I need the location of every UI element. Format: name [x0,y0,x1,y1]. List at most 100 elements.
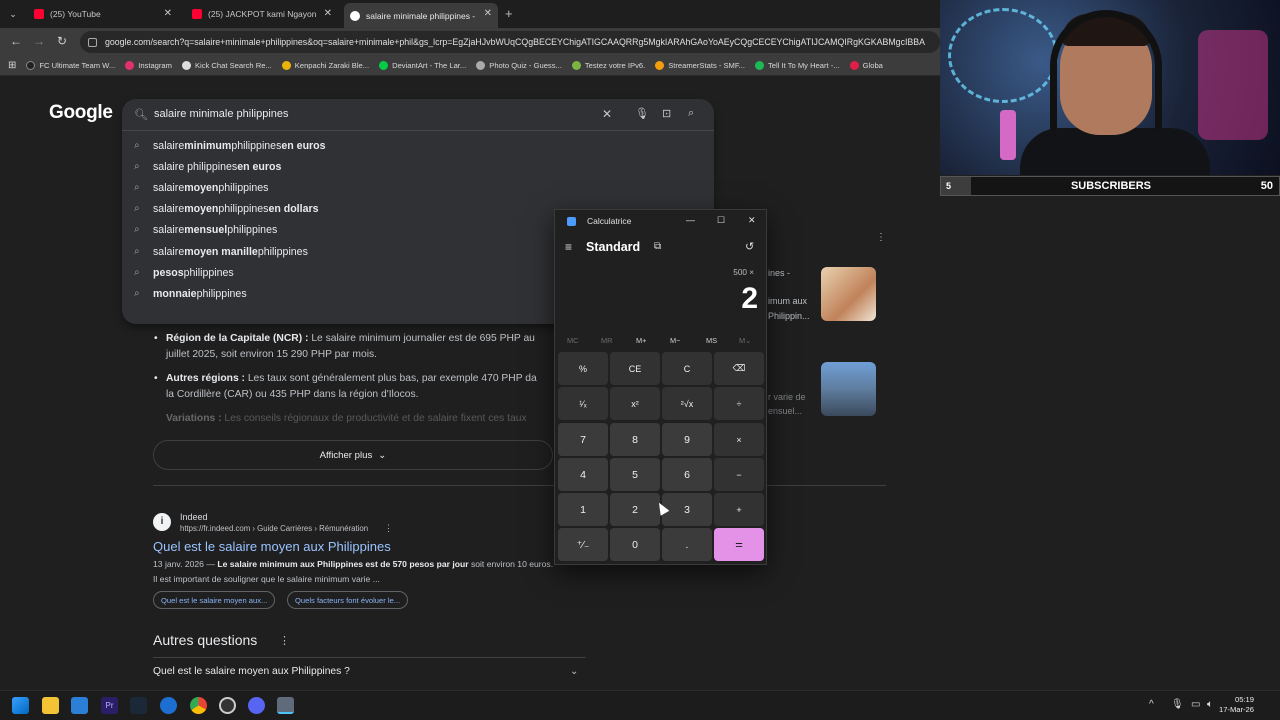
bookmark-item[interactable]: DeviantArt - The Lar... [379,61,466,70]
memory-store-button[interactable]: MS [706,336,717,345]
search-input[interactable]: salaire minimale philippines [154,108,289,120]
memory-list-button[interactable]: M⌄ [739,336,751,345]
digit-6-button[interactable]: 6 [662,458,712,491]
suggestion-item[interactable]: ⌕ monnaie philippines [134,283,247,304]
forward-icon[interactable]: → [33,34,45,48]
calculator-titlebar[interactable]: Calculatrice [567,216,631,226]
result-title-link[interactable]: Quel est le salaire moyen aux Philippine… [153,539,391,554]
memory-clear-button[interactable]: MC [567,336,579,345]
display-icon[interactable]: ▭ [1191,699,1200,710]
keep-on-top-icon[interactable]: ⧉ [654,241,661,252]
tab-search-icon[interactable]: ⌄ [6,7,20,21]
google-logo[interactable]: Google [49,102,113,124]
memory-recall-button[interactable]: MR [601,336,613,345]
clear-entry-button[interactable]: CE [610,352,660,385]
hamburger-menu-icon[interactable]: ≡ [565,240,572,254]
bookmark-item[interactable]: Photo Quiz - Guess... [476,61,562,70]
bookmark-item[interactable]: StreamerStats - SMF... [655,61,745,70]
chrome-icon[interactable] [190,697,207,714]
address-bar[interactable]: google.com/search?q=salaire+minimale+phi… [80,31,940,53]
premiere-icon[interactable]: Pr [101,697,118,714]
apps-icon[interactable]: ⊞ [8,60,16,71]
suggestion-item[interactable]: ⌕ pesos philippines [134,262,234,283]
bookmark-item[interactable]: Kick Chat Search Re... [181,61,272,70]
app-icon[interactable] [160,697,177,714]
search-bar[interactable]: 🔍︎ salaire minimale philippines ✕ 🎙︎ ⊡ ⌕ [122,99,714,131]
subtract-button[interactable]: − [714,458,764,491]
digit-9-button[interactable]: 9 [662,423,712,456]
more-options-icon[interactable]: ⋮ [279,634,290,647]
decimal-button[interactable]: . [662,528,712,561]
divide-button[interactable]: ÷ [714,387,764,420]
bookmark-item[interactable]: Tell It To My Heart -... [755,61,840,70]
new-tab-button[interactable]: + [505,6,513,21]
site-info-icon[interactable] [88,37,97,47]
close-icon[interactable]: ✕ [164,8,172,19]
suggestion-item[interactable]: ⌕ salaire philippines en euros [134,156,281,177]
tab-google-search[interactable]: salaire minimale philippines - R ✕ [344,3,498,28]
digit-0-button[interactable]: 0 [610,528,660,561]
memory-subtract-button[interactable]: M− [670,336,680,345]
suggestion-item[interactable]: ⌕ salaire moyen manille philippines [134,241,308,262]
show-more-button[interactable]: Afficher plus ⌄ [153,440,553,470]
reciprocal-button[interactable]: ¹⁄ₓ [558,387,608,420]
bookmark-item[interactable]: Kenpachi Zaraki Ble... [281,61,369,70]
microphone-icon[interactable]: 🎙︎ [1171,699,1184,710]
equals-button[interactable]: = [714,528,764,561]
suggestion-item[interactable]: ⌕ salaire moyen philippines en dollars [134,198,318,219]
digit-5-button[interactable]: 5 [610,458,660,491]
negate-button[interactable]: ⁺⁄₋ [558,528,608,561]
search-submit-icon[interactable]: ⌕ [688,107,694,120]
digit-1-button[interactable]: 1 [558,493,608,526]
steam-icon[interactable] [130,697,147,714]
more-options-icon[interactable]: ⋮ [876,232,886,243]
digit-2-button[interactable]: 2 [610,493,660,526]
digit-3-button[interactable]: 3 [662,493,712,526]
square-button[interactable]: x² [610,387,660,420]
start-button-icon[interactable] [12,697,29,714]
bookmark-item[interactable]: Testez votre IPv6. [571,61,645,70]
clear-icon[interactable]: ✕ [602,107,612,121]
result-thumbnail[interactable] [821,362,876,416]
maximize-icon[interactable]: ☐ [717,215,725,226]
bookmark-item[interactable]: Globa [849,61,883,70]
digit-7-button[interactable]: 7 [558,423,608,456]
volume-icon[interactable]: 🔈︎ [1207,699,1213,710]
suggestion-item[interactable]: ⌕ salaire minimum philippines en euros [134,135,326,156]
paa-question[interactable]: Quel est le salaire moyen aux Philippine… [153,666,350,677]
tab-jackpot[interactable]: (25) JACKPOT kami Ngayon at ✕ [186,3,338,25]
clear-button[interactable]: C [662,352,712,385]
outlook-icon[interactable] [71,697,88,714]
multiply-button[interactable]: × [714,423,764,456]
suggestion-item[interactable]: ⌕ salaire moyen philippines [134,177,268,198]
reload-icon[interactable]: ↻ [57,34,67,48]
back-icon[interactable]: ← [10,34,22,48]
percent-button[interactable]: % [558,352,608,385]
result-chip[interactable]: Quel est le salaire moyen aux... [153,591,276,609]
close-icon[interactable]: ✕ [324,8,332,19]
chevron-down-icon[interactable]: ⌄ [570,666,578,677]
microphone-icon[interactable]: 🎙︎ [635,107,649,120]
suggestion-item[interactable]: ⌕ salaire mensuel philippines [134,219,277,240]
file-explorer-icon[interactable] [42,697,59,714]
discord-icon[interactable] [248,697,265,714]
result-menu-icon[interactable]: ⋮ [384,523,393,534]
clock-time[interactable]: 05:19 [1235,695,1254,704]
backspace-button[interactable]: ⌫ [714,352,764,385]
bookmark-item[interactable]: FC Ultimate Team W... [26,61,115,70]
digit-4-button[interactable]: 4 [558,458,608,491]
square-root-button[interactable]: ²√x [662,387,712,420]
add-button[interactable]: + [714,493,764,526]
minimize-icon[interactable]: — [686,215,695,225]
tray-chevron-icon[interactable]: ^ [1149,699,1154,710]
digit-8-button[interactable]: 8 [610,423,660,456]
lens-icon[interactable]: ⊡ [662,107,671,120]
tab-youtube[interactable]: (25) YouTube ✕ [28,3,178,25]
close-icon[interactable]: ✕ [484,8,492,19]
calculator-taskbar-icon[interactable] [277,697,294,714]
obs-icon[interactable] [219,697,236,714]
clock-date[interactable]: 17-Mar-26 [1219,705,1254,714]
result-chip[interactable]: Quels facteurs font évoluer le... [287,591,409,609]
close-icon[interactable]: ✕ [748,215,756,226]
memory-add-button[interactable]: M+ [636,336,646,345]
